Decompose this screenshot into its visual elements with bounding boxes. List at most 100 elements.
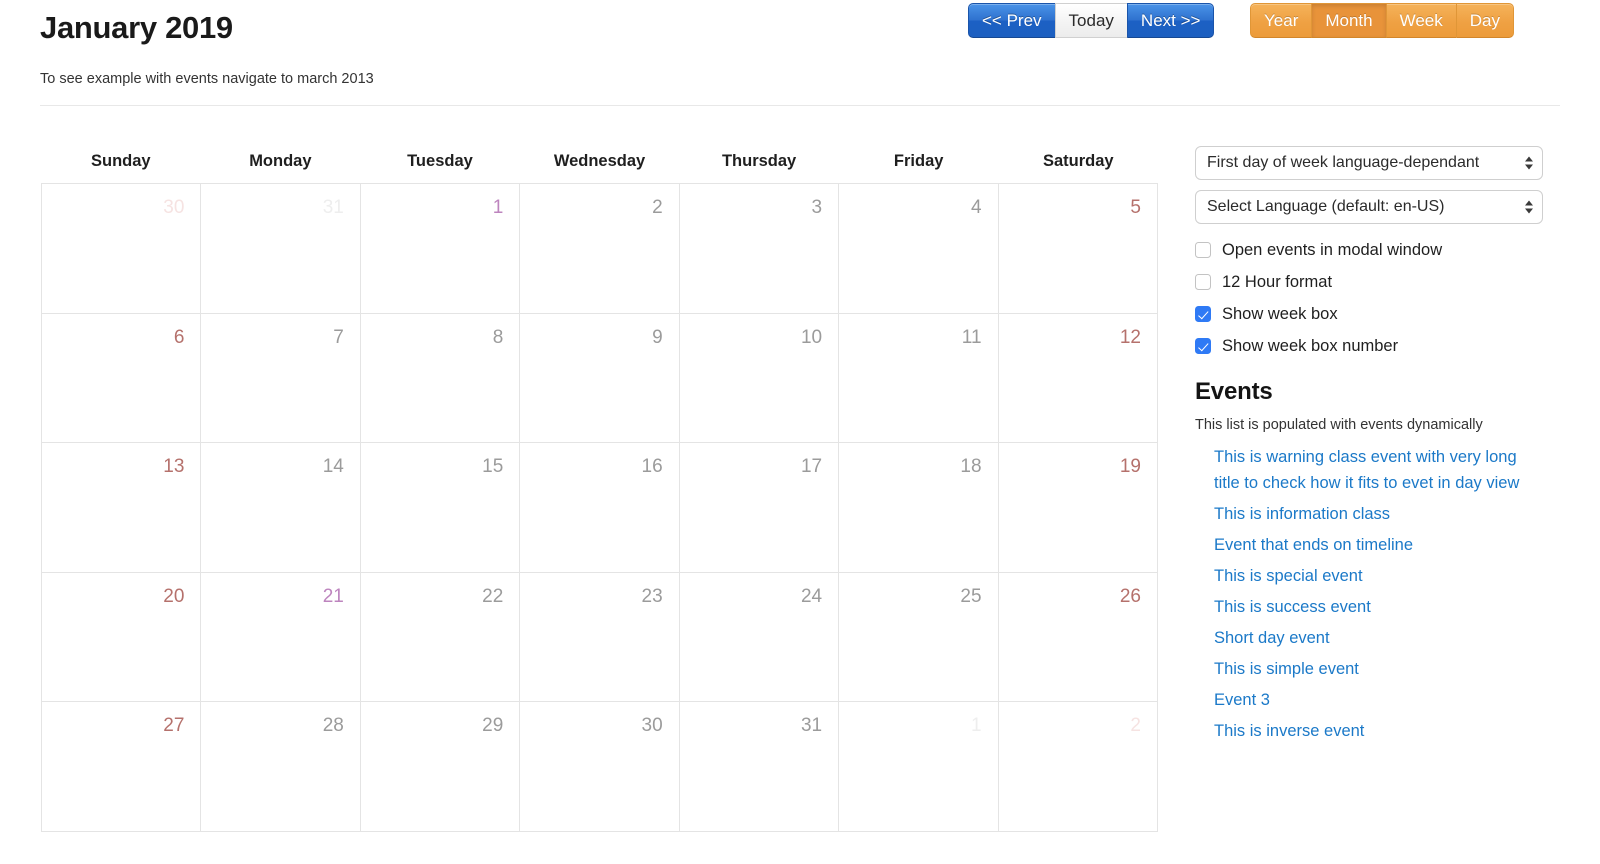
- open-events-in-modal-checkbox[interactable]: Open events in modal window: [1195, 234, 1600, 266]
- day-number: 31: [322, 197, 344, 218]
- view-month-button[interactable]: Month: [1311, 3, 1386, 38]
- weekday-header-monday: Monday: [249, 152, 312, 170]
- day-cell[interactable]: 14: [201, 443, 361, 573]
- day-number: 13: [163, 456, 185, 477]
- events-heading: Events: [1195, 378, 1273, 405]
- day-cell[interactable]: 26: [998, 572, 1158, 702]
- week-row: 27 28 29 30 31 1 2: [42, 702, 1158, 832]
- day-cell[interactable]: 13: [42, 443, 202, 573]
- event-link[interactable]: Short day event: [1214, 622, 1544, 653]
- day-cell[interactable]: 27: [42, 702, 202, 832]
- day-cell[interactable]: 4: [839, 184, 999, 314]
- day-number: 30: [163, 197, 185, 218]
- day-cell[interactable]: 28: [201, 702, 361, 832]
- show-week-box-checkbox[interactable]: Show week box: [1195, 298, 1600, 330]
- day-cell[interactable]: 9: [520, 313, 680, 443]
- weekday-header-saturday: Saturday: [1042, 152, 1114, 170]
- day-cell[interactable]: 7: [201, 313, 361, 443]
- event-link[interactable]: Event 3: [1214, 684, 1544, 715]
- day-cell[interactable]: 2: [520, 184, 680, 314]
- day-number: 28: [322, 715, 344, 736]
- day-cell[interactable]: 1: [360, 184, 521, 314]
- today-button[interactable]: Today: [1054, 3, 1127, 38]
- prev-button[interactable]: << Prev: [968, 3, 1055, 38]
- event-link[interactable]: This is special event: [1214, 560, 1544, 591]
- weekday-header-row: Sunday Monday Tuesday Wednesday Thursday Frid…: [41, 140, 1158, 183]
- day-number: 26: [1119, 585, 1141, 607]
- day-number: 27: [163, 715, 185, 736]
- day-number: 10: [800, 326, 823, 348]
- day-cell[interactable]: 15: [360, 443, 521, 573]
- 12-hour-format-checkbox[interactable]: 12 Hour format: [1195, 266, 1600, 298]
- day-cell[interactable]: 29: [360, 702, 521, 832]
- day-number: 9: [652, 326, 663, 348]
- event-link[interactable]: This is information class: [1214, 498, 1544, 529]
- day-cell[interactable]: 20: [42, 572, 202, 702]
- day-cell[interactable]: 21: [201, 572, 361, 702]
- list-item: This is warning class event with very lo…: [1214, 441, 1600, 498]
- view-button-group: Year Month Week Day: [1250, 3, 1514, 38]
- day-cell[interactable]: 31: [679, 702, 840, 832]
- day-cell[interactable]: 23: [520, 572, 680, 702]
- day-number: 17: [800, 456, 823, 477]
- day-cell[interactable]: 30: [520, 702, 680, 832]
- week-row: 6 7 8 9 10 11 12: [42, 313, 1158, 443]
- day-number: 12: [1119, 326, 1141, 348]
- day-number: 25: [960, 585, 982, 607]
- day-cell[interactable]: 25: [839, 572, 999, 702]
- show-week-box-number-checkbox[interactable]: Show week box number: [1195, 330, 1600, 362]
- day-number: 30: [641, 715, 663, 736]
- sidebar: First day of week language-dependant Sele…: [1195, 146, 1600, 746]
- checkbox-label: Open events in modal window: [1222, 241, 1443, 259]
- day-cell[interactable]: 6: [42, 313, 202, 443]
- settings-selects: First day of week language-dependant Sele…: [1195, 146, 1600, 224]
- day-cell[interactable]: 3: [679, 184, 840, 314]
- day-number: 23: [641, 585, 663, 607]
- day-cell[interactable]: 8: [360, 313, 521, 443]
- day-cell[interactable]: 1: [839, 702, 999, 832]
- day-cell[interactable]: 11: [839, 313, 999, 443]
- chevron-updown-icon: [1525, 156, 1533, 170]
- day-cell[interactable]: 17: [679, 443, 840, 573]
- list-item: Event 3: [1214, 684, 1600, 715]
- event-link[interactable]: This is success event: [1214, 591, 1544, 622]
- day-cell[interactable]: 12: [998, 313, 1158, 443]
- checkbox-label: Show week box: [1222, 305, 1338, 323]
- day-cell[interactable]: 2: [998, 702, 1158, 832]
- day-number: 19: [1119, 456, 1141, 477]
- event-link[interactable]: This is warning class event with very lo…: [1214, 441, 1544, 498]
- checkbox-checked-icon[interactable]: [1195, 306, 1211, 322]
- next-button[interactable]: Next >>: [1126, 3, 1215, 38]
- chevron-updown-icon: [1525, 200, 1533, 214]
- day-number: 2: [1130, 715, 1141, 736]
- event-link[interactable]: This is inverse event: [1214, 715, 1544, 746]
- list-item: This is inverse event: [1214, 715, 1600, 746]
- day-cell[interactable]: 10: [679, 313, 840, 443]
- day-cell[interactable]: 5: [998, 184, 1158, 314]
- select-value: First day of week language-dependant: [1207, 154, 1480, 171]
- first-day-of-week-select[interactable]: First day of week language-dependant: [1195, 146, 1543, 180]
- view-year-button[interactable]: Year: [1250, 3, 1312, 38]
- day-cell[interactable]: 24: [679, 572, 840, 702]
- day-number: 4: [970, 197, 982, 218]
- language-select[interactable]: Select Language (default: en-US): [1195, 190, 1543, 224]
- list-item: This is simple event: [1214, 653, 1600, 684]
- calendar-page: January 2019 To see example with events …: [0, 0, 1600, 864]
- event-link[interactable]: This is simple event: [1214, 653, 1544, 684]
- view-week-button[interactable]: Week: [1385, 3, 1456, 38]
- weekday-header-wednesday: Wednesday: [553, 152, 646, 170]
- checkbox-unchecked-icon[interactable]: [1195, 274, 1211, 290]
- day-cell[interactable]: 31: [201, 184, 361, 314]
- day-cell[interactable]: 19: [998, 443, 1158, 573]
- checkbox-unchecked-icon[interactable]: [1195, 242, 1211, 258]
- day-number: 11: [961, 326, 982, 348]
- day-cell[interactable]: 22: [360, 572, 521, 702]
- day-number: 7: [333, 326, 344, 348]
- day-cell[interactable]: 30: [42, 184, 202, 314]
- view-day-button[interactable]: Day: [1455, 3, 1514, 38]
- day-cell[interactable]: 16: [520, 443, 680, 573]
- checkbox-checked-icon[interactable]: [1195, 338, 1211, 354]
- event-link[interactable]: Event that ends on timeline: [1214, 529, 1544, 560]
- day-number: 18: [960, 456, 982, 477]
- day-cell[interactable]: 18: [839, 443, 999, 573]
